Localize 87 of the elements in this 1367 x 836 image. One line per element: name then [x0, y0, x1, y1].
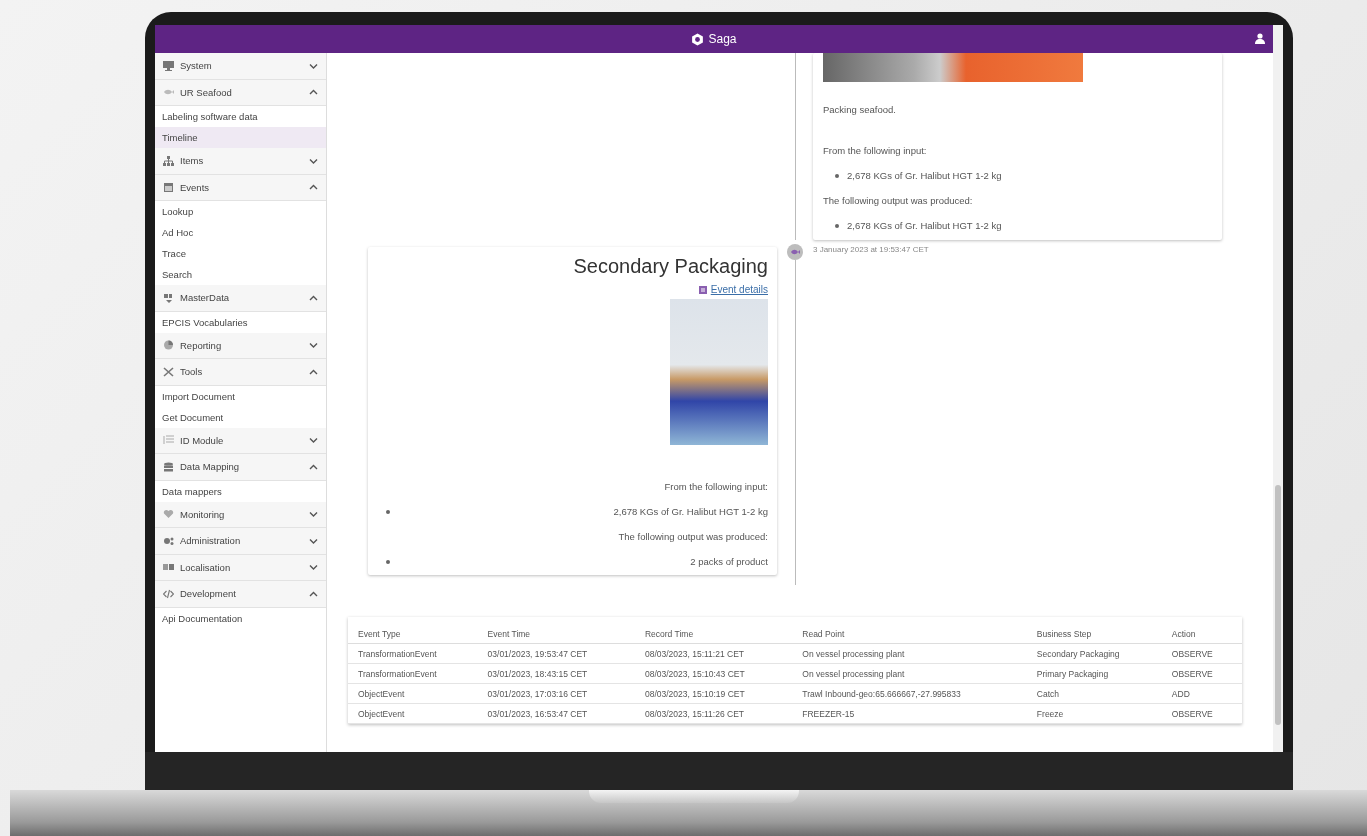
bullet-dot: [835, 173, 839, 178]
sidebar-group-header[interactable]: Data Mapping: [155, 454, 326, 481]
user-icon[interactable]: [1255, 33, 1265, 44]
chevron-up-icon: [309, 368, 318, 375]
document-icon: [698, 285, 707, 294]
column-header: Business Step: [1026, 624, 1162, 644]
event-title: Secondary Packaging: [572, 255, 768, 278]
table-cell: Primary Packaging: [1026, 663, 1162, 684]
table-cell: TransformationEvent: [348, 643, 478, 664]
list-item-text: 2 packs of product: [690, 556, 768, 567]
chevron-down-icon: [309, 511, 318, 518]
list-item-text: 2,678 KGs of Gr. Halibut HGT 1-2 kg: [613, 506, 768, 517]
table-cell: 03/01/2023, 16:53:47 CET: [477, 703, 635, 724]
sidebar-group-header[interactable]: ID Module: [155, 427, 326, 454]
tools-icon: [163, 366, 174, 377]
table-cell: 08/03/2023, 15:11:26 CET: [634, 703, 793, 724]
sidebar-group-header[interactable]: MasterData: [155, 285, 326, 312]
column-header: Event Time: [477, 624, 635, 644]
sidebar-group-header[interactable]: System: [155, 53, 326, 80]
timeline-dot: [787, 244, 803, 260]
input-heading: From the following input:: [663, 481, 768, 492]
table-cell: 03/01/2023, 18:43:15 CET: [477, 663, 635, 684]
table-cell: 08/03/2023, 15:10:43 CET: [634, 663, 793, 684]
table-cell: FREEZER-15: [792, 703, 1027, 724]
bullet-dot: [835, 223, 839, 228]
sidebar-group-header[interactable]: Localisation: [155, 554, 326, 581]
sidebar-group-header[interactable]: Administration: [155, 528, 326, 555]
table-cell: ObjectEvent: [348, 683, 478, 704]
output-heading: The following output was produced:: [823, 195, 974, 206]
event-description: Packing seafood.: [823, 104, 897, 115]
event-details-link[interactable]: Event details: [698, 284, 768, 295]
table-cell: ObjectEvent: [348, 703, 478, 724]
table-cell: On vessel processing plant: [792, 643, 1027, 664]
input-heading: From the following input:: [823, 145, 928, 156]
table-cell: 08/03/2023, 15:10:19 CET: [634, 683, 793, 704]
sidebar-group-header[interactable]: Monitoring: [155, 501, 326, 528]
table-cell: Secondary Packaging: [1026, 643, 1162, 664]
column-header: Event Type: [348, 624, 478, 644]
table-cell: Freeze: [1026, 703, 1162, 724]
logo-icon: [691, 32, 705, 46]
chevron-up-icon: [309, 294, 318, 301]
sidebar-group-header[interactable]: Events: [155, 174, 326, 201]
calendar-icon: [163, 182, 174, 193]
bullet-dot: [386, 559, 390, 564]
chevron-up-icon: [309, 463, 318, 470]
table-cell: 03/01/2023, 17:03:16 CET: [477, 683, 635, 704]
table-cell: ADD: [1161, 683, 1242, 704]
brand-name: Saga: [708, 32, 737, 46]
table-cell: TransformationEvent: [348, 663, 478, 684]
chevron-down-icon: [309, 564, 318, 571]
chevron-down-icon: [309, 157, 318, 164]
sidebar-group-header[interactable]: Tools: [155, 359, 326, 386]
sidebar-group-header[interactable]: Development: [155, 581, 326, 608]
chevron-down-icon: [309, 437, 318, 444]
table-cell: OBSERVE: [1161, 703, 1242, 724]
scrollbar[interactable]: [1273, 25, 1283, 752]
column-header: Read Point: [792, 624, 1027, 644]
sidebar-group-header[interactable]: Items: [155, 148, 326, 175]
table-cell: Trawl Inbound-geo:65.666667,-27.995833: [792, 683, 1027, 704]
output-heading: The following output was produced:: [617, 531, 768, 542]
chevron-up-icon: [309, 184, 318, 191]
monitor-icon: [163, 60, 174, 71]
column-header: Record Time: [634, 624, 793, 644]
sidebar-item[interactable]: Timeline: [155, 127, 326, 148]
chevron-up-icon: [309, 590, 318, 597]
table-cell: 03/01/2023, 19:53:47 CET: [477, 643, 635, 664]
column-header: Action: [1161, 624, 1242, 644]
chevron-up-icon: [309, 89, 318, 96]
bullet-dot: [386, 509, 390, 514]
chevron-down-icon: [309, 342, 318, 349]
list-item-text: 2,678 KGs of Gr. Halibut HGT 1-2 kg: [847, 170, 1002, 181]
table-cell: On vessel processing plant: [792, 663, 1027, 684]
chevron-down-icon: [309, 537, 318, 544]
hierarchy-icon: [163, 155, 174, 166]
sidebar-group-header[interactable]: Reporting: [155, 332, 326, 359]
database-icon: [163, 461, 174, 472]
chevron-down-icon: [309, 62, 318, 69]
code-icon: [163, 588, 174, 599]
table-cell: Catch: [1026, 683, 1162, 704]
table-cell: OBSERVE: [1161, 663, 1242, 684]
table-cell: OBSERVE: [1161, 643, 1242, 664]
list-icon: [163, 435, 174, 446]
event-date: 3 January 2023 at 19:53:47 CET: [813, 245, 930, 254]
list-item-text: 2,678 KGs of Gr. Halibut HGT 1-2 kg: [847, 220, 1002, 231]
table-cell: 08/03/2023, 15:11:21 CET: [634, 643, 793, 664]
sidebar-group-header[interactable]: UR Seafood: [155, 79, 326, 106]
pie-chart-icon: [163, 340, 174, 351]
